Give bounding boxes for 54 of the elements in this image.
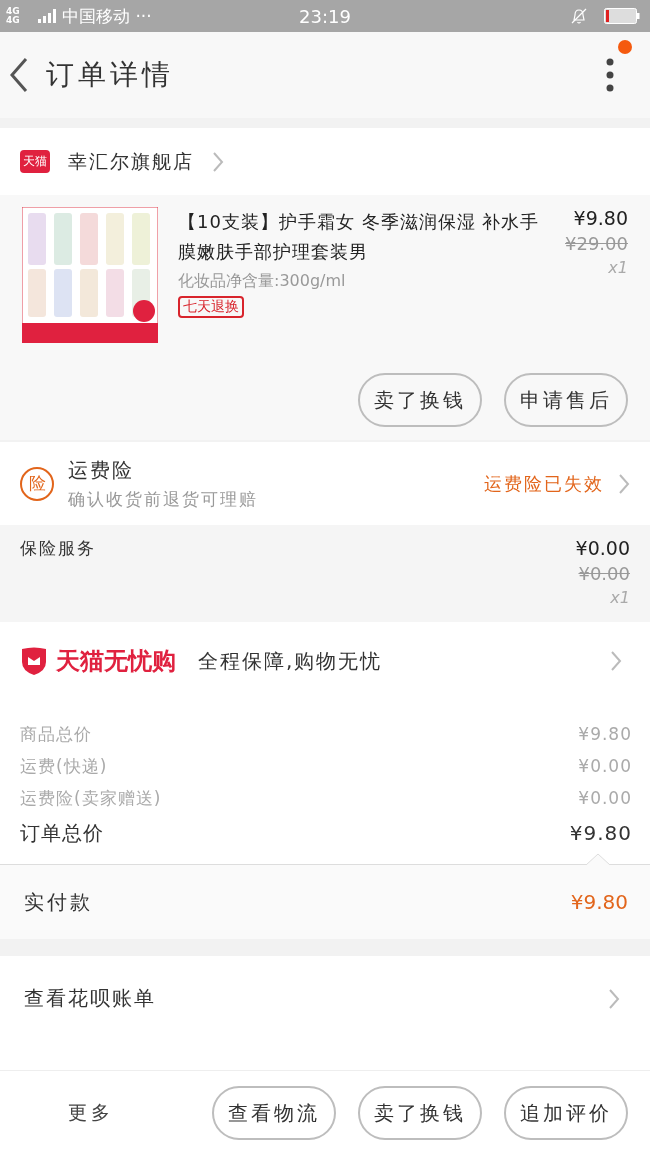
insurance-status: 运费险已失效 <box>484 471 604 496</box>
product-title: 【10支装】护手霜女 冬季滋润保湿 补水手膜嫩肤手部护理套装男 <box>178 210 541 264</box>
network-indicator: 4G 4G <box>6 7 21 25</box>
store-row[interactable]: 天猫 幸汇尔旗舰店 <box>0 128 650 195</box>
service-price: ¥0.00 <box>575 537 630 559</box>
insurance-subtitle: 确认收货前退货可理赔 <box>68 487 258 511</box>
action-button[interactable]: 查看物流 <box>212 1086 336 1140</box>
huabei-label: 查看花呗账单 <box>24 985 156 1012</box>
action-button[interactable]: 卖了换钱 <box>358 373 482 427</box>
insurance-icon: 险 <box>20 466 54 501</box>
cost-value: ¥9.80 <box>569 821 632 845</box>
store-name: 幸汇尔旗舰店 <box>68 148 194 174</box>
insurance-title: 运费险 <box>68 456 135 484</box>
guarantee-row[interactable]: 天猫无忧购 全程保障,购物无忧 <box>0 622 650 700</box>
action-button[interactable]: 申请售后 <box>504 373 628 427</box>
cost-label: 订单总价 <box>20 819 104 847</box>
back-icon[interactable] <box>8 57 30 93</box>
return-tag: 七天退换 <box>178 296 244 318</box>
status-time: 23:19 <box>299 5 351 27</box>
cost-value: ¥9.80 <box>578 724 632 744</box>
original-price: ¥0.00 <box>578 563 630 584</box>
cost-label: 运费险(卖家赠送) <box>20 786 162 810</box>
cost-value: ¥0.00 <box>578 788 632 808</box>
product-card[interactable]: 【10支装】护手霜女 冬季滋润保湿 补水手膜嫩肤手部护理套装男 化妆品净含量:300g/ml 七天退换 ¥9.80 ¥29.00 x1 卖了换钱 申请售后 <box>0 195 650 440</box>
carrier-name: 中国移动 ··· <box>62 4 152 28</box>
chevron-right-icon <box>212 150 224 173</box>
cost-label: 商品总价 <box>20 722 92 746</box>
muted-bell-icon <box>570 7 588 25</box>
service-quantity: x1 <box>610 588 630 607</box>
huabei-row[interactable]: 查看花呗账单 <box>0 956 650 1041</box>
product-quantity: x1 <box>608 258 628 277</box>
cost-label: 运费(快递) <box>20 754 108 778</box>
service-label: 保险服务 <box>20 537 96 560</box>
chevron-right-icon <box>618 472 630 495</box>
cost-value: ¥0.00 <box>578 756 632 776</box>
product-price: ¥9.80 <box>573 207 628 229</box>
more-button[interactable]: 更多 <box>64 1096 118 1130</box>
shipping-insurance-row[interactable]: 险 运费险 确认收货前退货可理赔 运费险已失效 <box>0 442 650 525</box>
store-badge: 天猫 <box>20 150 50 173</box>
page-title: 订单详情 <box>46 57 174 93</box>
chevron-right-icon <box>610 650 622 672</box>
action-button[interactable]: 卖了换钱 <box>358 1086 482 1140</box>
battery-icon <box>604 8 640 24</box>
signal-icon <box>38 9 56 23</box>
original-price: ¥29.00 <box>565 233 628 254</box>
shield-icon <box>20 646 48 676</box>
action-button[interactable]: 追加评价 <box>504 1086 628 1140</box>
payment-label: 实付款 <box>24 888 93 916</box>
chevron-right-icon <box>608 987 620 1010</box>
payment-amount: ¥9.80 <box>570 890 628 914</box>
product-spec: 化妆品净含量:300g/ml <box>178 271 346 292</box>
more-icon[interactable] <box>606 58 614 92</box>
guarantee-text: 全程保障,购物无忧 <box>198 647 383 675</box>
guarantee-brand: 天猫无忧购 <box>56 646 176 677</box>
